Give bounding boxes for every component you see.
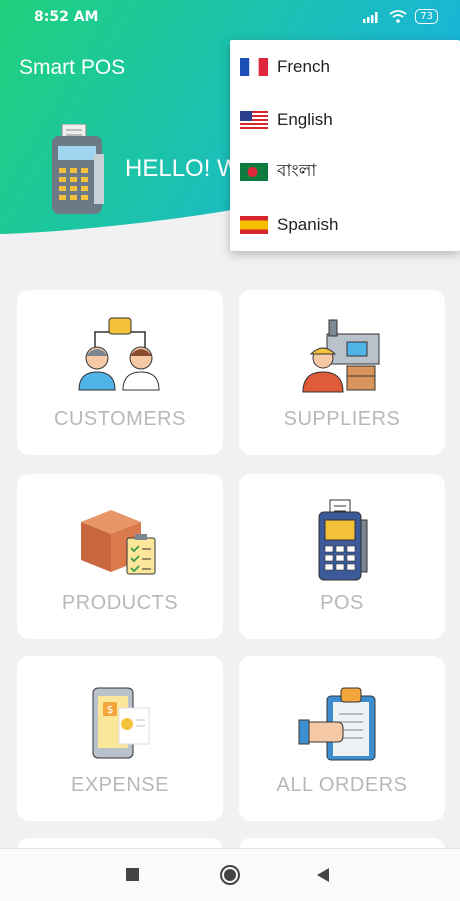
spain-flag-icon	[240, 216, 268, 234]
all-orders-tile[interactable]: ALL ORDERS	[239, 656, 445, 821]
menu-item-spanish[interactable]: Spanish	[230, 199, 460, 251]
customers-icon	[78, 317, 160, 391]
pos-terminal-icon	[318, 499, 368, 581]
expense-icon: $	[92, 687, 150, 759]
bangladesh-flag-icon	[240, 163, 268, 181]
menu-item-label: French	[277, 57, 330, 76]
tile-label: POS	[320, 592, 364, 614]
language-menu: French English বাংলা Spanish	[230, 40, 460, 251]
app-title: Smart POS	[19, 56, 126, 79]
tile-label: SUPPLIERS	[283, 408, 401, 430]
suppliers-icon	[302, 319, 380, 393]
menu-item-english[interactable]: English	[230, 94, 460, 146]
products-tile[interactable]: PRODUCTS	[17, 474, 223, 639]
status-bar: 8:52 AM 73	[0, 0, 460, 36]
recents-button[interactable]	[125, 867, 141, 883]
tile-label: EXPENSE	[71, 774, 169, 796]
usa-flag-icon	[240, 111, 268, 129]
greeting-text: HELLO! W	[125, 155, 240, 182]
customers-tile[interactable]: CUSTOMERS	[17, 290, 223, 455]
svg-text:$: $	[107, 703, 114, 716]
signal-icon	[363, 11, 378, 23]
menu-item-label: বাংলা	[277, 161, 317, 180]
pos-tile[interactable]: POS	[239, 474, 445, 639]
france-flag-icon	[240, 58, 268, 76]
tile-label: ALL ORDERS	[276, 774, 408, 796]
menu-item-label: English	[277, 110, 333, 129]
orders-icon	[298, 687, 376, 761]
home-button[interactable]	[219, 864, 241, 886]
products-icon	[81, 510, 156, 575]
menu-item-bangla[interactable]: বাংলা	[230, 146, 460, 198]
suppliers-tile[interactable]: SUPPLIERS	[239, 290, 445, 455]
wifi-icon	[389, 10, 407, 23]
status-time: 8:52 AM	[34, 9, 99, 25]
menu-item-french[interactable]: French	[230, 41, 460, 93]
battery-indicator: 73	[415, 9, 438, 24]
tile-label: PRODUCTS	[61, 592, 179, 614]
expense-tile[interactable]: $ EXPENSE	[17, 656, 223, 821]
pos-terminal-illustration	[52, 124, 104, 214]
system-navigation-bar	[0, 848, 460, 901]
menu-item-label: Spanish	[277, 215, 339, 234]
back-button[interactable]	[315, 867, 331, 883]
tile-label: CUSTOMERS	[54, 408, 186, 430]
